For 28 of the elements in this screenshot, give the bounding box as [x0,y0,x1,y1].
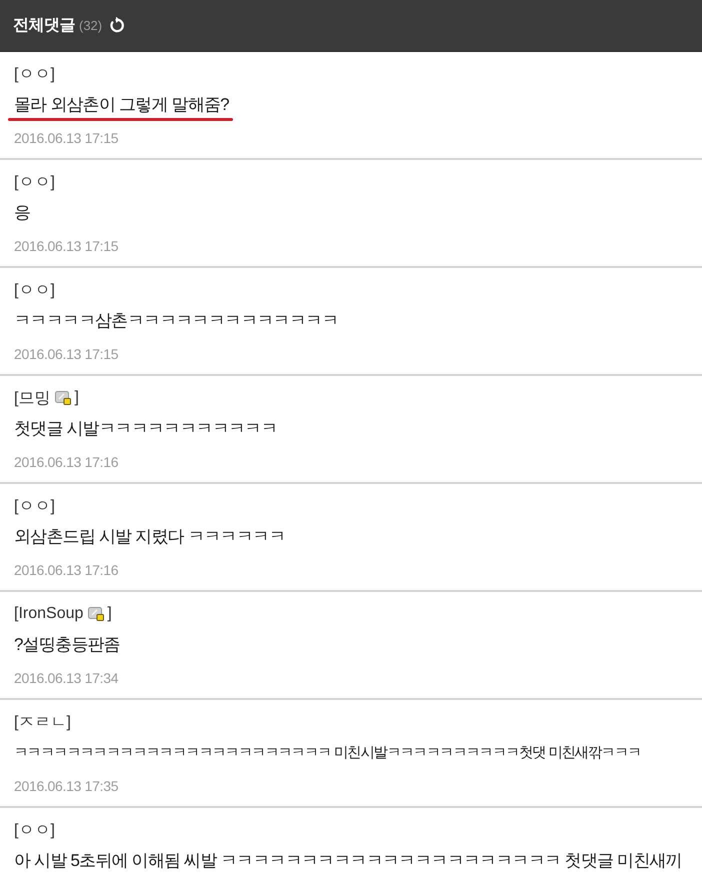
author-name: [IronSoup [14,605,84,623]
comment-date: 2016.06.13 17:35 [14,778,118,794]
comment-date: 2016.06.13 17:15 [14,130,118,146]
comment-count: (32) [79,18,102,33]
comment-text: 몰라 외삼촌이 그렇게 말해줌? [14,94,229,116]
author-name: [ㅇㅇ] [14,496,55,516]
author-name: [ㅇㅇ] [14,172,55,192]
author-name: [ㅇㅇ] [14,280,55,300]
comment-date: 2016.06.13 17:34 [14,670,118,686]
comment-date: 2016.06.13 17:15 [14,346,118,362]
author-bracket: ] [107,605,112,623]
comment-text: 첫댓글 시발ㅋㅋㅋㅋㅋㅋㅋㅋㅋㅋㅋ [14,418,278,440]
author-name: [므밍 [14,388,50,408]
author-name: [ㅈㄹㄴ] [14,712,71,732]
author-bracket: ] [74,389,79,407]
comment-text: ㅋㅋㅋㅋㅋ삼촌ㅋㅋㅋㅋㅋㅋㅋㅋㅋㅋㅋㅋㅋ [14,310,338,332]
comment-text: 응 [14,202,30,224]
author-name: [ㅇㅇ] [14,64,55,84]
comment-date: 2016.06.13 17:16 [14,562,118,578]
comment-date: 2016.06.13 17:15 [14,238,118,254]
comment-text: ㅋㅋㅋㅋㅋㅋㅋㅋㅋㅋㅋㅋㅋㅋㅋㅋㅋㅋㅋㅋㅋㅋㅋㅋ 미친시발ㅋㅋㅋㅋㅋㅋㅋㅋㅋㅋ첫댓 미친새깎ㅋㅋㅋ [14,744,641,763]
author-name: [ㅇㅇ] [14,820,55,840]
comment-date: 2016.06.13 17:16 [14,454,118,470]
refresh-icon[interactable] [108,17,126,34]
comment-text: ?설띵충등판좀 [14,634,120,656]
comment-text: 아 시발 5초뒤에 이해됨 씨발 ㅋㅋㅋㅋㅋㅋㅋㅋㅋㅋㅋㅋㅋㅋㅋㅋㅋㅋㅋㅋㅋ 첫댓글 미친새끼 [14,850,682,872]
comment-text: 외삼촌드립 시발 지렸다 ㅋㅋㅋㅋㅋㅋ [14,526,285,548]
header-title: 전체댓글 [13,16,75,36]
